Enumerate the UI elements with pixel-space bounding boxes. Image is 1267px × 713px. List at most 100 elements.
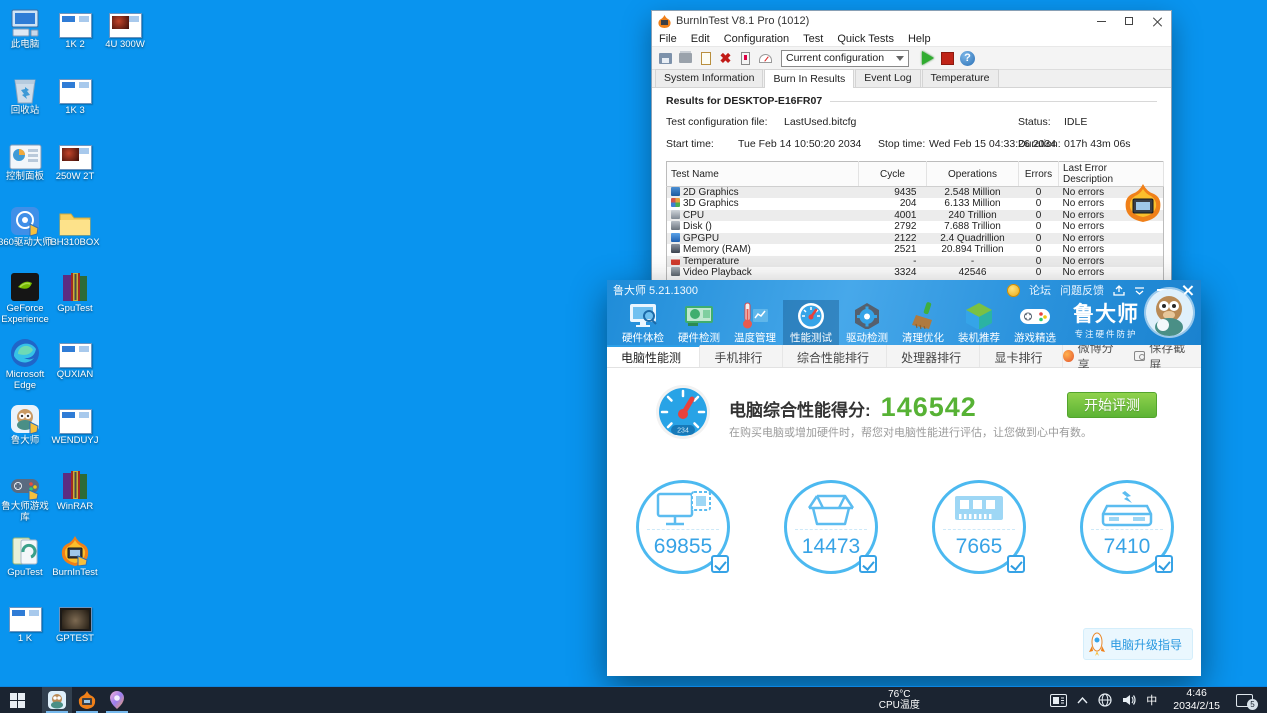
table-row[interactable]: 3D Graphics 204 6.133 Million 0 No error…: [667, 198, 1164, 210]
desktop-icon-360-driver[interactable]: 360驱动大师: [0, 204, 52, 249]
desktop-icon-control-panel[interactable]: 控制面板: [0, 138, 52, 183]
maximize-button[interactable]: [1115, 11, 1143, 31]
configuration-dropdown[interactable]: Current configuration: [781, 49, 909, 67]
medal-icon[interactable]: [1007, 283, 1020, 297]
memory-icon: [671, 244, 680, 254]
disk-drive-icon: [1083, 490, 1171, 530]
memory-score-circle: 7665: [932, 480, 1026, 574]
tab-system-information[interactable]: System Information: [655, 69, 764, 87]
share-icon[interactable]: [1113, 284, 1125, 296]
table-row[interactable]: Memory (RAM) 2521 20.894 Trillion 0 No e…: [667, 244, 1164, 256]
taskbar-item-pin-app[interactable]: [102, 687, 132, 713]
memory-checkbox-checked[interactable]: [1007, 555, 1025, 573]
table-row[interactable]: 2D Graphics 9435 2.548 Million 0 No erro…: [666, 186, 1164, 198]
close-button[interactable]: [1143, 11, 1171, 31]
desktop-icon-geforce[interactable]: GeForce Experience: [0, 270, 52, 326]
help-button[interactable]: ?: [960, 50, 975, 66]
tab-event-log[interactable]: Event Log: [855, 69, 921, 87]
clear-results-icon[interactable]: ✖: [718, 51, 733, 66]
nav-hardware-checkup[interactable]: 硬件体检: [615, 300, 671, 345]
desktop-icon-1k3[interactable]: 1K 3: [48, 72, 102, 117]
tray-overflow-chevron-icon[interactable]: [1077, 696, 1088, 704]
start-button[interactable]: [0, 687, 34, 713]
menu-help[interactable]: Help: [901, 33, 938, 45]
clipboard-icon[interactable]: [698, 51, 713, 66]
gpu-checkbox-checked[interactable]: [859, 555, 877, 573]
ime-indicator[interactable]: 中: [1146, 692, 1157, 708]
score-gauge-icon: 234: [655, 384, 711, 445]
table-row[interactable]: CPU 4001 240 Trillion 0 No errors: [666, 209, 1164, 221]
menu-test[interactable]: Test: [796, 33, 830, 45]
tab-cpu-ranking[interactable]: 处理器排行榜: [887, 345, 981, 382]
desktop-icon-bh310box[interactable]: BH310BOX: [48, 204, 102, 249]
ludashi-mascot-icon: [7, 402, 43, 434]
tab-overall-ranking[interactable]: 综合性能排行榜: [783, 345, 888, 382]
gamepad-icon: [7, 468, 43, 500]
network-globe-icon[interactable]: [1098, 693, 1112, 707]
upgrade-guide-button[interactable]: 电脑升级指导: [1082, 628, 1193, 660]
table-row[interactable]: Temperature - - 0 No errors: [666, 255, 1164, 267]
tab-temperature[interactable]: Temperature: [921, 69, 999, 87]
nav-hardware-test[interactable]: 硬件检测: [671, 300, 727, 345]
battery-test-icon[interactable]: [738, 51, 753, 66]
taskbar-clock[interactable]: 4:46 2034/2/15: [1167, 687, 1226, 712]
desktop-icon-edge[interactable]: Microsoft Edge: [0, 336, 52, 392]
menu-configuration[interactable]: Configuration: [717, 33, 796, 45]
colorful-pin-app-icon: [110, 691, 124, 709]
desktop-icon-quxian[interactable]: QUXIAN: [48, 336, 102, 381]
desktop-icon-ludashi-games[interactable]: 鲁大师游戏库: [0, 468, 52, 524]
save-report-icon[interactable]: [658, 51, 673, 66]
cpu-temperature-widget[interactable]: 76°C CPU温度: [860, 689, 938, 712]
desktop-icon-gptest[interactable]: GPTEST: [48, 600, 102, 645]
menu-quick-tests[interactable]: Quick Tests: [830, 33, 901, 45]
nav-driver-detection[interactable]: 驱动检测: [839, 300, 895, 345]
desktop-icon-winrar[interactable]: WinRAR: [48, 468, 102, 513]
start-tests-button[interactable]: [920, 51, 935, 66]
disk-checkbox-checked[interactable]: [1155, 555, 1173, 573]
table-row[interactable]: Disk () 2792 7.688 Trillion 0 No errors: [667, 221, 1164, 233]
menu-file[interactable]: File: [652, 33, 684, 45]
desktop-icon-1k[interactable]: 1 K: [0, 600, 52, 645]
start-benchmark-button[interactable]: 开始评测: [1067, 392, 1157, 418]
ludashi-titlebar[interactable]: 鲁大师 5.21.1300 论坛 问题反馈: [607, 280, 1201, 300]
tab-burn-in-results[interactable]: Burn In Results: [764, 69, 855, 88]
taskbar-item-burnintest[interactable]: [72, 687, 102, 713]
gauge-test-icon[interactable]: [758, 51, 773, 66]
news-widget-icon[interactable]: [1050, 693, 1068, 707]
desktop-icon-1k2[interactable]: 1K 2: [48, 6, 102, 51]
nav-build-recommendation[interactable]: 装机推荐: [951, 300, 1007, 345]
nav-performance-test[interactable]: 性能测试: [783, 300, 839, 345]
tab-phone-ranking[interactable]: 手机排行榜: [700, 345, 784, 382]
taskbar-item-ludashi[interactable]: [42, 687, 72, 713]
desktop-icon-burnintest[interactable]: BurnInTest: [48, 534, 102, 579]
desktop-icon-this-pc[interactable]: 此电脑: [0, 6, 52, 51]
cpu-checkbox-checked[interactable]: [711, 555, 729, 573]
skin-menu-icon[interactable]: [1134, 286, 1145, 295]
feedback-link[interactable]: 问题反馈: [1060, 282, 1104, 298]
minimize-button[interactable]: [1087, 11, 1115, 31]
table-row[interactable]: GPGPU 2122 2.4 Quadrillion 0 No errors: [666, 232, 1164, 244]
desktop-icon-250w2t[interactable]: 250W 2T: [48, 138, 102, 183]
desktop-icon-4u300w[interactable]: 4U 300W: [98, 6, 152, 51]
table-row[interactable]: Video Playback 3324 42546 0 No errors: [667, 267, 1164, 279]
tab-gpu-ranking[interactable]: 显卡排行榜: [980, 345, 1064, 382]
chevron-down-icon: [896, 55, 904, 61]
desktop-icon-gputest-app[interactable]: GpuTest: [0, 534, 52, 579]
desktop-icon-wenduyj[interactable]: WENDUYJ: [48, 402, 102, 447]
print-icon[interactable]: [678, 51, 693, 66]
forum-link[interactable]: 论坛: [1029, 282, 1051, 298]
desktop-icon-ludashi[interactable]: 鲁大师: [0, 402, 52, 447]
desktop-icon-gputest-rar[interactable]: GpuTest: [48, 270, 102, 315]
nav-game-selection[interactable]: 游戏精选: [1007, 300, 1063, 345]
stop-tests-button[interactable]: [940, 51, 955, 66]
category-cpu: 69855 IGPU异构能力: 47139 处理器性能: [609, 480, 757, 710]
tab-pc-performance-test[interactable]: 电脑性能测试: [607, 345, 701, 382]
menu-edit[interactable]: Edit: [684, 33, 717, 45]
burnintest-titlebar[interactable]: BurnInTest V8.1 Pro (1012): [652, 11, 1171, 31]
desktop-icon-recycle-bin[interactable]: 回收站: [0, 72, 52, 117]
screenshot-thumbnail-icon: [57, 336, 93, 368]
nav-temperature-management[interactable]: 温度管理: [727, 300, 783, 345]
volume-icon[interactable]: [1122, 694, 1136, 706]
notification-center-icon[interactable]: 5: [1236, 693, 1258, 710]
nav-cleanup-optimize[interactable]: 清理优化: [895, 300, 951, 345]
